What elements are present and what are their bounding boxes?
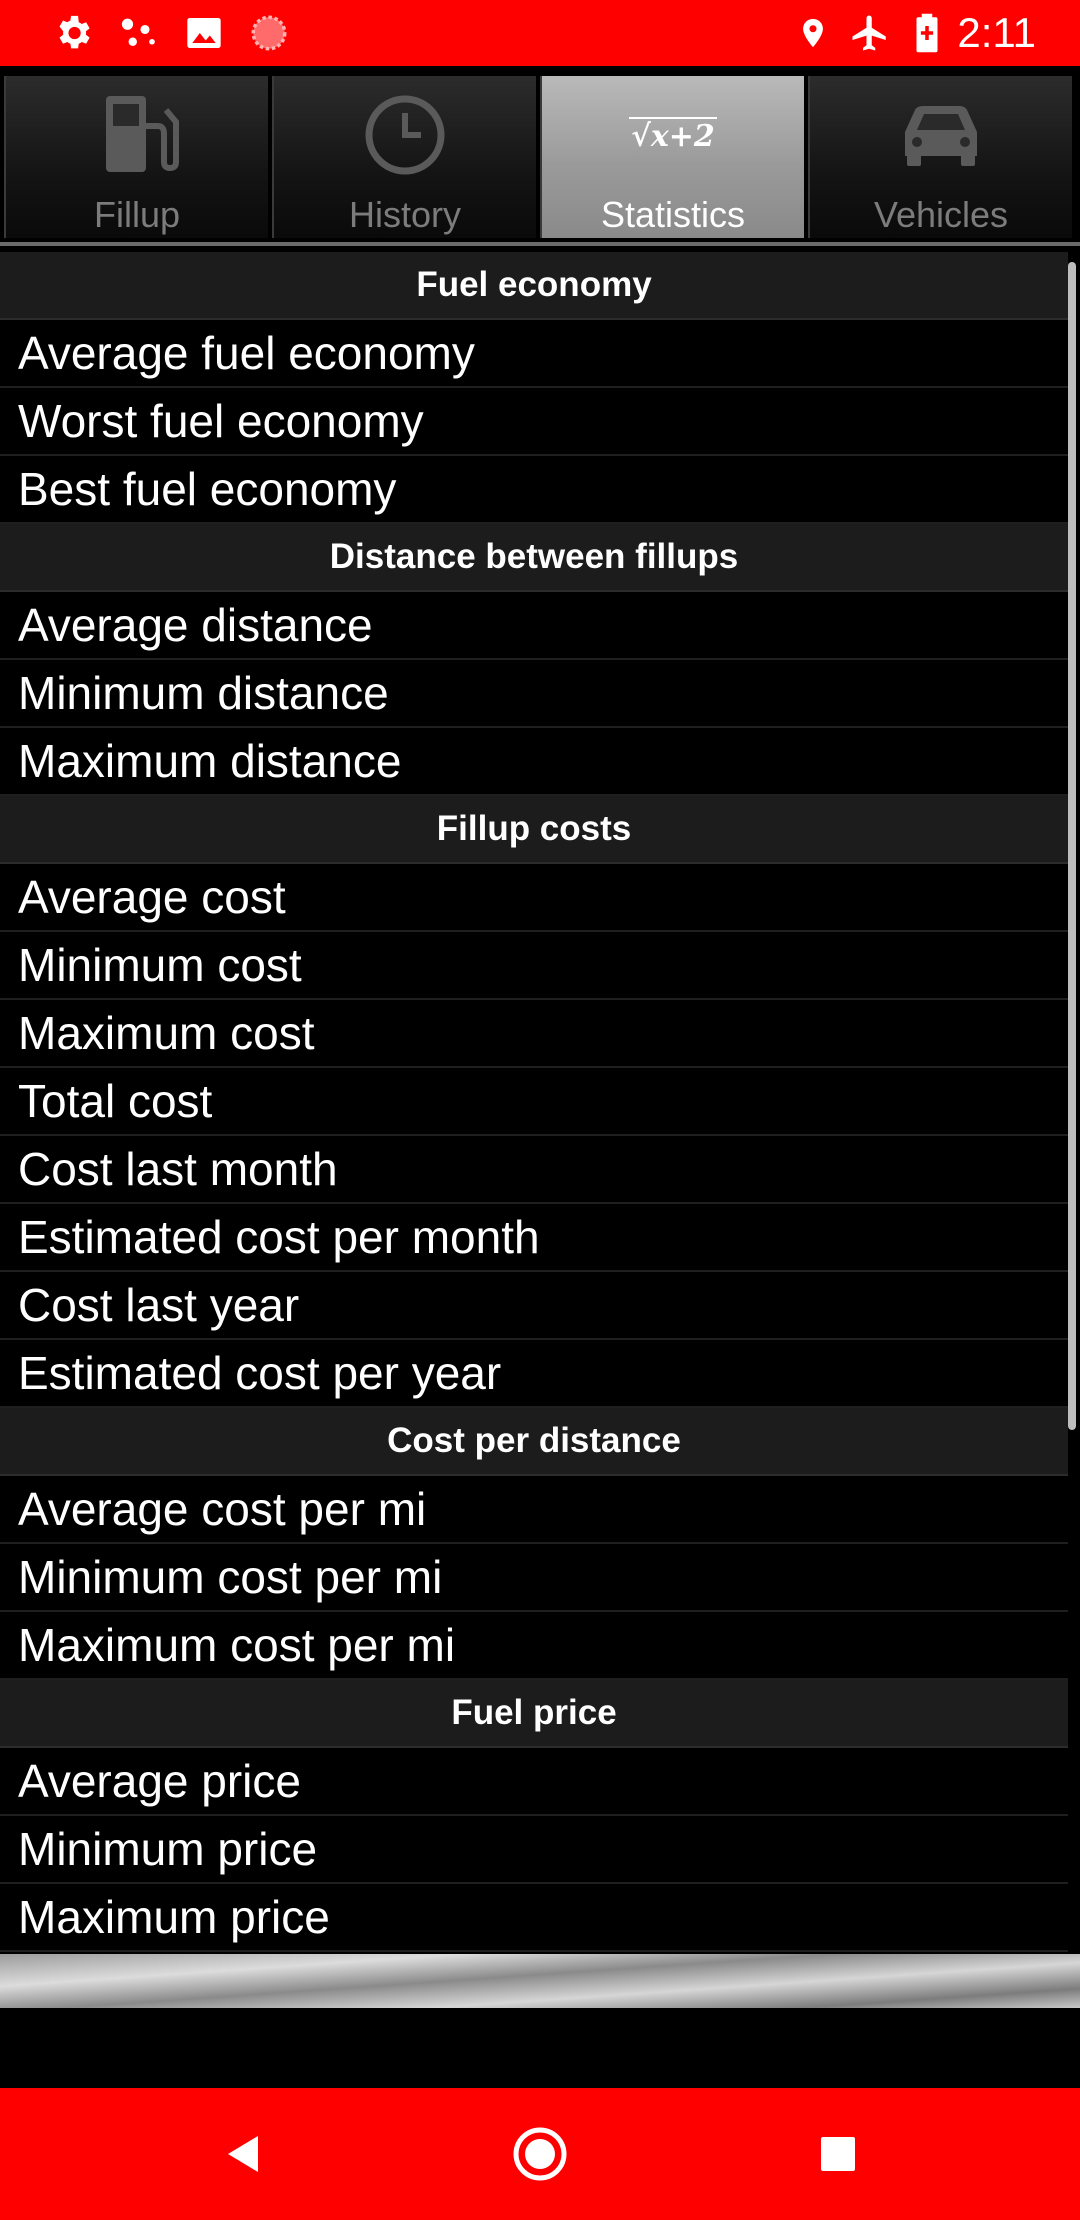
section-header: Fillup costs (0, 796, 1068, 864)
list-item[interactable]: Minimum cost per mi (0, 1544, 1068, 1612)
notification-dots-icon (116, 12, 160, 59)
section-header: Fuel economy (0, 252, 1068, 320)
list-item[interactable]: Minimum cost (0, 932, 1068, 1000)
status-bar: 2:11 (0, 0, 1080, 66)
list-item[interactable]: Average cost (0, 864, 1068, 932)
list-item[interactable]: Cost last month (0, 1136, 1068, 1204)
tab-bar: Fillup History √x+2 Statistics Vehicles (0, 66, 1080, 246)
tab-statistics[interactable]: √x+2 Statistics (540, 76, 804, 238)
tab-vehicles[interactable]: Vehicles (808, 76, 1072, 238)
settings-icon (52, 12, 94, 59)
list-item[interactable]: Maximum cost per mi (0, 1612, 1068, 1680)
list-item[interactable]: Worst fuel economy (0, 388, 1068, 456)
tab-label: History (348, 194, 461, 235)
list-item[interactable]: Maximum distance (0, 728, 1068, 796)
location-icon (796, 12, 830, 59)
back-icon[interactable] (212, 2124, 272, 2184)
image-icon (184, 12, 224, 59)
tab-fillup[interactable]: Fillup (4, 76, 268, 238)
list-item[interactable]: Maximum cost (0, 1000, 1068, 1068)
statistics-list[interactable]: Fuel economy Average fuel economy Worst fu… (0, 252, 1068, 1952)
list-item[interactable]: Cost last year (0, 1272, 1068, 1340)
sqrt-formula-icon: √x+2 (629, 116, 717, 154)
airplane-icon (848, 12, 892, 59)
car-icon (810, 90, 1072, 180)
tab-label: Statistics (600, 194, 746, 235)
recents-icon[interactable] (808, 2124, 868, 2184)
list-item[interactable]: Average cost per mi (0, 1476, 1068, 1544)
tab-divider (0, 242, 1080, 246)
section-header: Cost per distance (0, 1408, 1068, 1476)
navigation-bar (0, 2088, 1080, 2220)
tab-label: Fillup (93, 194, 181, 235)
clock-icon (274, 90, 536, 180)
list-item[interactable]: Maximum price (0, 1884, 1068, 1952)
home-icon[interactable] (510, 2124, 570, 2184)
tab-label: Vehicles (873, 194, 1009, 235)
scrollbar[interactable] (1068, 262, 1076, 1430)
decorative-strip (0, 1954, 1080, 2008)
list-item[interactable]: Estimated cost per month (0, 1204, 1068, 1272)
section-header: Distance between fillups (0, 524, 1068, 592)
section-header: Fuel price (0, 1680, 1068, 1748)
list-item[interactable]: Best fuel economy (0, 456, 1068, 524)
list-item[interactable]: Average distance (0, 592, 1068, 660)
record-icon (248, 12, 290, 59)
list-item[interactable]: Estimated cost per year (0, 1340, 1068, 1408)
bottom-spacer (0, 2008, 1080, 2088)
list-item[interactable]: Minimum distance (0, 660, 1068, 728)
list-item[interactable]: Total cost (0, 1068, 1068, 1136)
tab-history[interactable]: History (272, 76, 536, 238)
status-time: 2:11 (957, 9, 1036, 56)
list-item[interactable]: Average price (0, 1748, 1068, 1816)
list-item[interactable]: Minimum price (0, 1816, 1068, 1884)
fuel-pump-icon (6, 90, 268, 180)
list-item[interactable]: Average fuel economy (0, 320, 1068, 388)
battery-icon (912, 12, 942, 59)
